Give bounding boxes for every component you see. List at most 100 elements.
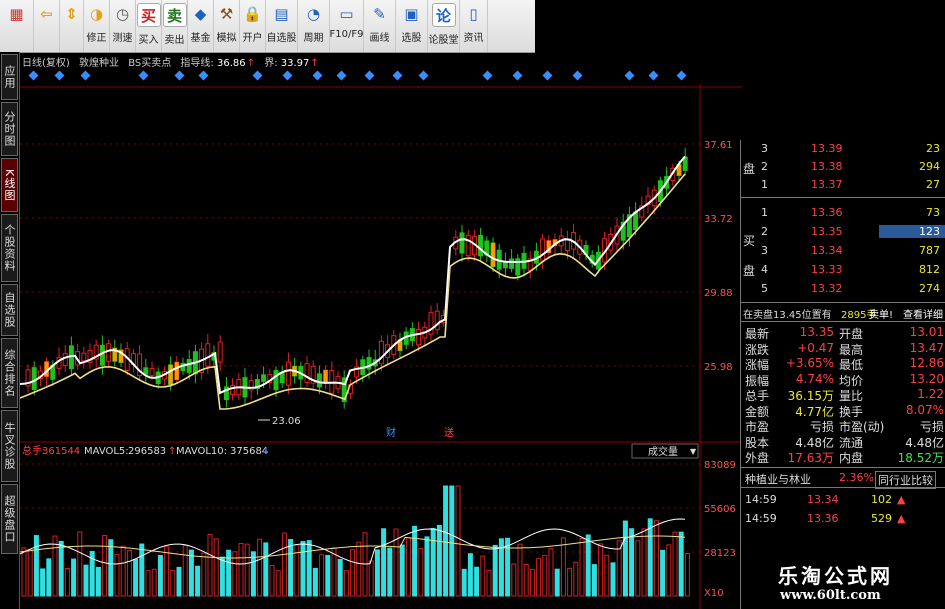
quote-value: 4.77亿: [795, 404, 834, 419]
volume-bar: [573, 561, 579, 597]
volume-bar: [325, 554, 331, 597]
up-arrow-icon: ▲: [897, 512, 906, 525]
toolbar-button-9[interactable]: 🔒 开户: [240, 0, 266, 52]
lock-icon: 🔒: [243, 5, 262, 23]
left-tab-0[interactable]: 应用: [1, 54, 18, 100]
candle-body: [459, 232, 465, 254]
bid-level: 1: [761, 206, 768, 219]
volume-bar: [424, 536, 430, 597]
toolbar-button-10[interactable]: ▤ 自选股: [266, 0, 298, 52]
toolbar-button-3[interactable]: ◑ 修正: [84, 0, 110, 52]
ask-volume: 27: [926, 178, 940, 191]
left-tab-4[interactable]: 自选股: [1, 284, 18, 336]
f10-icon: ▭: [339, 5, 354, 23]
bound-label: 界:: [264, 58, 278, 69]
main-toolbar: ▦ ⇦ ⇕ ◑ 修正 ◷ 测速买买入卖卖出 ◆ 基金 ⚒ 模拟 🔒 开户 ▤ 自选股 ◔ 周期 ▭ F10/F9 ✎ 画…: [0, 0, 535, 53]
volume-bar: [486, 569, 492, 597]
up-arrow-icon: ↑: [246, 58, 256, 69]
toolbar-button-5[interactable]: 买买入: [136, 0, 162, 52]
tick-time: 14:59: [745, 493, 777, 506]
quote-value: 13.01: [909, 325, 944, 339]
industry-row[interactable]: 种植业与林业 2.36% 同行业比较: [741, 471, 945, 489]
hammer-icon: ⚒: [219, 5, 234, 23]
toolbar-button-6[interactable]: 卖卖出: [162, 0, 188, 52]
toolbar-button-16[interactable]: ▯ 资讯: [460, 0, 488, 52]
candle-body: [62, 353, 68, 367]
toolbar-button-12[interactable]: ▭ F10/F9: [330, 0, 364, 52]
toolbar-button-label: F10/F9: [329, 29, 364, 40]
candle-body: [31, 367, 37, 391]
volume-bar: [622, 520, 628, 597]
left-tab-3[interactable]: 个股资料: [1, 214, 18, 282]
toolbar-button-15[interactable]: 论论股堂: [428, 0, 460, 52]
quote-label: 开盘: [839, 327, 864, 341]
volume-bar: [337, 558, 343, 597]
guide-value: 36.86: [216, 58, 246, 69]
volume-bar: [505, 537, 511, 597]
tick-row: 14:59 13.34 102 ▲: [741, 493, 945, 509]
left-tab-2[interactable]: K线图: [1, 158, 18, 212]
bid-row[interactable]: 4 13.33 812: [741, 263, 945, 279]
volume-bar: [164, 546, 170, 597]
volume-header-text: 296583: [128, 446, 166, 457]
large-order-line[interactable]: 在卖盘13.45位置有 2895手 卖单! 查看详细: [741, 306, 945, 322]
toolbar-button-14[interactable]: ▣ 选股: [396, 0, 428, 52]
signal-diamond-icon: [542, 70, 553, 81]
ask-row[interactable]: 1 13.37 27: [741, 178, 945, 194]
volume-bar: [102, 535, 108, 597]
volume-bar: [536, 558, 542, 597]
watermark-title: 乐淘公式网: [778, 564, 893, 588]
toolbar-button-label: 周期: [303, 33, 324, 44]
quote-value: 36.15万: [787, 389, 834, 403]
left-tab-1[interactable]: 分时图: [1, 102, 18, 156]
candle-body: [304, 363, 310, 383]
toolbar-button-label: 选股: [401, 33, 422, 44]
ask-row[interactable]: 3 13.39 23: [741, 142, 945, 158]
signal-diamond-icon: [80, 70, 91, 81]
toolbar-button-label: 卖出: [164, 35, 185, 46]
left-tab-5[interactable]: 综合排名: [1, 338, 18, 408]
left-tab-6[interactable]: 牛叉诊股: [1, 410, 18, 482]
volume-bar: [213, 538, 219, 597]
volume-bar: [157, 555, 163, 597]
toolbar-button-11[interactable]: ◔ 周期: [298, 0, 330, 52]
ask-row[interactable]: 2 13.38 294: [741, 160, 945, 176]
toolbar-button-label: 模拟: [216, 33, 237, 44]
toolbar-button-label: 自选股: [266, 33, 297, 44]
volume-bar: [480, 555, 486, 597]
bid-volume: 73: [926, 206, 940, 219]
bid-level: 3: [761, 244, 768, 257]
toolbar-button-8[interactable]: ⚒ 模拟: [214, 0, 240, 52]
toolbar-button-4[interactable]: ◷ 测速: [110, 0, 136, 52]
quote-value: 4.48亿: [905, 435, 944, 450]
volume-bar: [523, 563, 529, 597]
left-tab-7[interactable]: 超级盘口: [1, 484, 18, 554]
low-price-label: 23.06: [272, 416, 301, 427]
period-clock-icon: ◔: [306, 5, 321, 23]
toolbar-icon-button-0[interactable]: ▦: [0, 0, 34, 52]
bid-row[interactable]: 3 13.34 787: [741, 244, 945, 260]
ask-volume: 23: [926, 142, 940, 155]
volume-bar: [436, 524, 442, 597]
bid-row[interactable]: 1 13.36 73: [741, 206, 945, 222]
volume-bar: [492, 544, 498, 597]
watermark-logo: 乐淘公式网 www.60lt.com: [750, 556, 945, 609]
toolbar-icon-button-2[interactable]: ⇕: [60, 0, 84, 52]
toolbar-button-7[interactable]: ◆ 基金: [188, 0, 214, 52]
toolbar-button-13[interactable]: ✎ 画线: [364, 0, 396, 52]
kline-chart[interactable]: 37.6133.7229.8825.9823.06财 送总手:361544 MAVO…: [20, 84, 742, 609]
volume-axis-label: 83089: [704, 460, 736, 471]
indicator-info-line: 日线(复权) 敦煌种业 BS买卖点 指导线: 36.86↑ 界: 33.97↑: [22, 54, 325, 69]
large-order-detail-link[interactable]: 查看详细: [903, 306, 943, 321]
tick-price: 13.36: [807, 512, 839, 525]
candle-body: [285, 361, 291, 386]
volume-bar: [368, 560, 374, 597]
toolbar-icon-button-1[interactable]: ⇦: [34, 0, 60, 52]
quote-label: 金额: [745, 404, 770, 419]
bid-row[interactable]: 5 13.32 274: [741, 282, 945, 298]
dropdown-arrow-icon: ▼: [690, 447, 697, 456]
ask-volume: 294: [919, 160, 940, 173]
quote-row: 股本 4.48亿 流通 4.48亿: [741, 434, 945, 450]
volume-bar: [275, 570, 281, 597]
bid-row[interactable]: 2 13.35 123: [741, 225, 945, 241]
